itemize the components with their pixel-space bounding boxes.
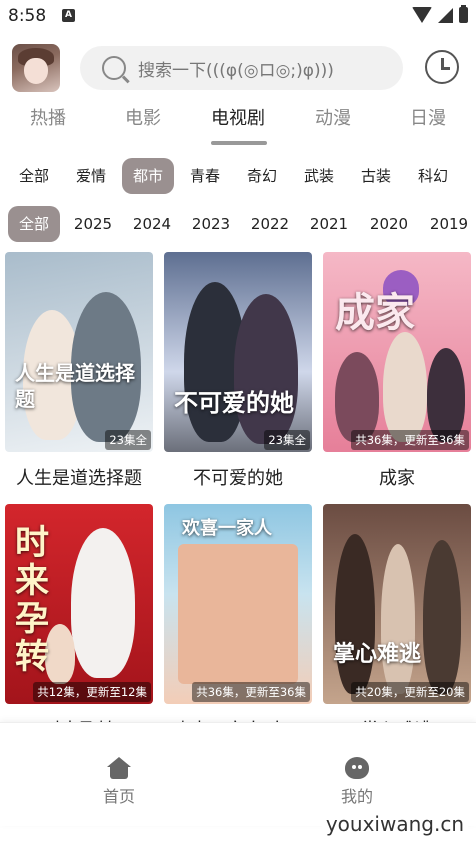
show-poster[interactable]: 成家 共36集，更新至36集 [323, 252, 471, 452]
sim-icon: A [62, 9, 75, 22]
avatar[interactable] [12, 44, 60, 92]
show-card[interactable]: 时来孕转 共12集，更新至12集 时来孕转 [5, 504, 153, 742]
genre-chip-fantasy[interactable]: 奇幻 [237, 158, 287, 194]
poster-figure [427, 348, 465, 442]
home-icon [107, 757, 131, 779]
tab-movie[interactable]: 电影 [103, 104, 183, 130]
genre-chip-military[interactable]: 武装 [294, 158, 344, 194]
genre-chip-all[interactable]: 全部 [10, 158, 58, 194]
poster-figure [335, 534, 375, 694]
year-filter: 全部 2025 2024 2023 2022 2021 2020 2019 [0, 206, 476, 244]
poster-figure [71, 528, 135, 678]
show-card[interactable]: 不可爱的她 23集全 不可爱的她 [164, 252, 312, 490]
wifi-icon [412, 7, 432, 23]
episode-badge: 共36集，更新至36集 [192, 682, 310, 702]
episode-badge: 共36集，更新至36集 [351, 430, 469, 450]
year-chip-2020[interactable]: 2020 [364, 206, 414, 242]
status-icons [412, 5, 468, 23]
poster-title: 不可爱的她 [174, 389, 294, 417]
show-card[interactable]: 成家 共36集，更新至36集 成家 [323, 252, 471, 490]
category-tabs: 热播 电影 电视剧 动漫 日漫 [0, 104, 476, 145]
show-poster[interactable]: 人生是道选择题 23集全 [5, 252, 153, 452]
battery-icon [459, 5, 468, 23]
poster-title: 掌心难逃 [333, 642, 422, 667]
year-chip-all[interactable]: 全部 [8, 206, 60, 242]
header: 搜索一下(((φ(◎ロ◎;)φ))) [0, 40, 476, 96]
avatar-face [24, 58, 48, 84]
show-poster[interactable]: 欢喜一家人 共36集，更新至36集 [164, 504, 312, 704]
show-poster[interactable]: 不可爱的她 23集全 [164, 252, 312, 452]
year-chip-2021[interactable]: 2021 [304, 206, 354, 242]
show-title: 成家 [379, 468, 415, 489]
genre-chip-youth[interactable]: 青春 [180, 158, 230, 194]
tab-japanese-anime[interactable]: 日漫 [388, 104, 468, 130]
tab-anime[interactable]: 动漫 [293, 104, 373, 130]
genre-chip-costume[interactable]: 古装 [351, 158, 401, 194]
watermark: youxiwang.cn [321, 812, 468, 836]
show-card[interactable]: 掌心难逃 共20集，更新至20集 掌心难逃 [323, 504, 471, 742]
poster-house [178, 544, 298, 684]
poster-title: 时来孕转 [15, 523, 49, 677]
poster-figure [383, 332, 427, 442]
history-icon[interactable] [425, 50, 459, 84]
poster-title: 人生是道选择题 [15, 361, 135, 411]
bottom-nav: 首页 我的 [0, 722, 476, 826]
genre-chip-urban[interactable]: 都市 [122, 158, 174, 194]
genre-filter: 全部 爱情 都市 青春 奇幻 武装 古装 科幻 [0, 158, 476, 196]
nav-home[interactable]: 首页 [79, 757, 159, 807]
episode-badge: 共20集，更新至20集 [351, 682, 469, 702]
status-time: 8:58 [8, 6, 47, 26]
poster-figure [381, 544, 415, 694]
show-card[interactable]: 人生是道选择题 23集全 人生是道选择题 [5, 252, 153, 490]
genre-chip-scifi[interactable]: 科幻 [408, 158, 458, 194]
poster-title: 成家 [335, 290, 415, 336]
search-placeholder: 搜索一下(((φ(◎ロ◎;)φ))) [138, 60, 334, 81]
nav-mine[interactable]: 我的 [317, 757, 397, 807]
search-icon [102, 56, 126, 80]
show-title: 人生是道选择题 [16, 468, 142, 489]
poster-figure [335, 352, 379, 442]
year-chip-2025[interactable]: 2025 [68, 206, 118, 242]
genre-chip-romance[interactable]: 爱情 [66, 158, 116, 194]
poster-figure [234, 294, 298, 444]
year-chip-2024[interactable]: 2024 [127, 206, 177, 242]
show-card[interactable]: 欢喜一家人 共36集，更新至36集 欢喜一家人·人... [164, 504, 312, 742]
show-poster[interactable]: 时来孕转 共12集，更新至12集 [5, 504, 153, 704]
year-chip-2019[interactable]: 2019 [424, 206, 474, 242]
episode-badge: 共12集，更新至12集 [33, 682, 151, 702]
show-title: 不可爱的她 [193, 468, 283, 489]
year-chip-2022[interactable]: 2022 [245, 206, 295, 242]
signal-icon [438, 7, 453, 23]
poster-title: 欢喜一家人 [182, 518, 272, 539]
search-bar[interactable]: 搜索一下(((φ(◎ロ◎;)φ))) [80, 46, 403, 90]
active-tab-indicator [211, 141, 267, 145]
episode-badge: 23集全 [105, 430, 151, 450]
poster-figure [423, 540, 461, 694]
tab-tv[interactable]: 电视剧 [198, 104, 278, 130]
tab-hot[interactable]: 热播 [8, 104, 88, 130]
episode-badge: 23集全 [264, 430, 310, 450]
profile-icon [345, 757, 369, 779]
nav-mine-label: 我的 [340, 787, 373, 806]
status-bar: 8:58 A [0, 0, 476, 34]
year-chip-2023[interactable]: 2023 [186, 206, 236, 242]
nav-home-label: 首页 [102, 787, 135, 806]
show-poster[interactable]: 掌心难逃 共20集，更新至20集 [323, 504, 471, 704]
